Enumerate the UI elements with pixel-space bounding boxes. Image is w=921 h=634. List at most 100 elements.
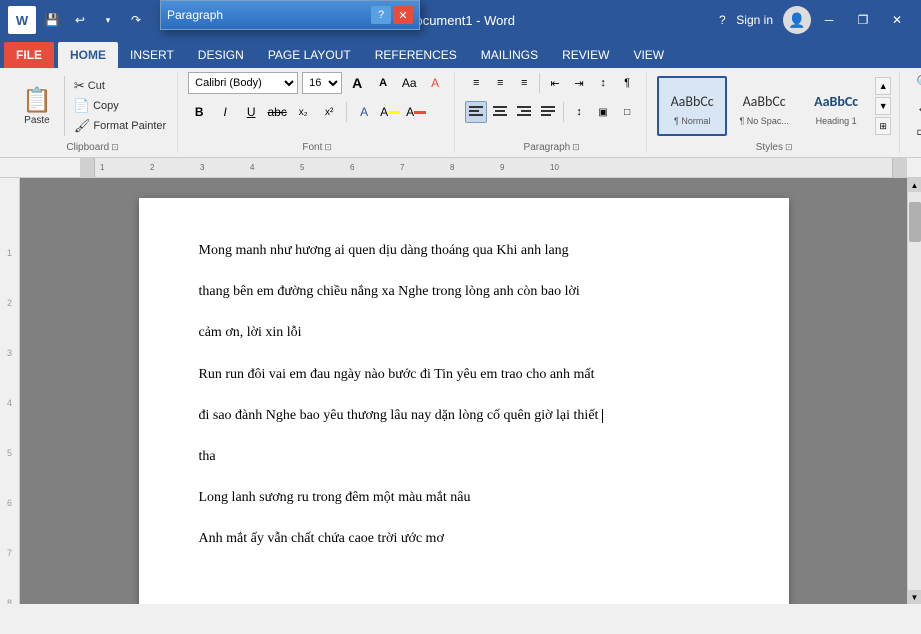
paragraph-5: đi sao đành Nghe bao yêu thương lâu nay … (199, 403, 729, 428)
scroll-down-button[interactable]: ▼ (908, 590, 921, 604)
signin-label[interactable]: Sign in (736, 13, 773, 27)
align-center-button[interactable] (489, 101, 511, 123)
paragraph-4: Run run đôi vai em đau ngày nào bước đi … (199, 362, 729, 387)
clipboard-expand-icon[interactable]: ⊡ (111, 142, 119, 153)
tab-design[interactable]: DESIGN (186, 42, 256, 68)
format-painter-button[interactable]: 🖌 Format Painter (71, 117, 169, 135)
tab-page-layout[interactable]: PAGE LAYOUT (256, 42, 363, 68)
ruler-mark-1: 1 (100, 163, 104, 172)
styles-expand[interactable]: ⊞ (875, 117, 891, 135)
ruler-mark-2: 2 (150, 163, 154, 172)
tab-view[interactable]: VIEW (621, 42, 676, 68)
font-group-label: Font ⊡ (188, 140, 446, 153)
undo-button[interactable]: ↩ (68, 8, 92, 32)
font-expand-icon[interactable]: ⊡ (324, 142, 332, 153)
style-normal[interactable]: AaBbCc ¶ Normal (657, 76, 727, 136)
save-quick-button[interactable]: 💾 (40, 8, 64, 32)
copy-button[interactable]: 📄 Copy (71, 97, 169, 115)
decrease-indent-button[interactable]: ⇤ (544, 72, 566, 94)
ruler-mark-6: 6 (350, 163, 354, 172)
copy-icon: 📄 (74, 98, 90, 114)
tab-review[interactable]: REVIEW (550, 42, 621, 68)
dialog-title: Paragraph (167, 8, 223, 22)
tab-file[interactable]: FILE (4, 42, 54, 68)
tab-mailings[interactable]: MAILINGS (469, 42, 550, 68)
styles-scroll-down[interactable]: ▼ (875, 97, 891, 115)
undo-arrow-button[interactable]: ▾ (96, 8, 120, 32)
increase-indent-button[interactable]: ⇥ (568, 72, 590, 94)
superscript-button[interactable]: x² (318, 101, 340, 123)
italic-button[interactable]: I (214, 101, 236, 123)
styles-scroll-up[interactable]: ▲ (875, 77, 891, 95)
multilevel-list-button[interactable]: ≡ (513, 72, 535, 94)
borders-button[interactable]: □ (616, 101, 638, 123)
dialog-close-button[interactable]: ✕ (393, 6, 413, 24)
paragraph-dialog[interactable]: Paragraph ? ✕ (160, 0, 420, 30)
tab-home[interactable]: HOME (58, 42, 118, 68)
style-heading1[interactable]: AaBbCc Heading 1 (801, 76, 871, 136)
underline-button[interactable]: U (240, 101, 262, 123)
style-no-spacing[interactable]: AaBbCc ¶ No Spac... (729, 76, 799, 136)
bullets-button[interactable]: ≡ (465, 72, 487, 94)
page-container[interactable]: Mong manh như hương ai quen dịu dàng tho… (20, 178, 907, 604)
restore-button[interactable]: ❐ (847, 6, 879, 34)
subscript-button[interactable]: x₂ (292, 101, 314, 123)
line-num-2: 2 (0, 278, 19, 328)
text-effects-button[interactable]: A (353, 101, 375, 123)
scroll-thumb[interactable] (909, 202, 921, 242)
change-case-button[interactable]: Aa (398, 72, 420, 94)
help-button[interactable]: ? (710, 8, 734, 32)
dialog-help-button[interactable]: ? (371, 6, 391, 24)
find-button[interactable]: 🔍 Find ▾ (910, 72, 921, 93)
ruler-mark-9: 9 (500, 163, 504, 172)
text-cursor (602, 409, 603, 423)
font-grow-button[interactable]: A (346, 72, 368, 94)
paragraph-1: Mong manh như hương ai quen dịu dàng tho… (199, 238, 729, 263)
justify-button[interactable] (537, 101, 559, 123)
scroll-up-button[interactable]: ▲ (908, 178, 921, 192)
font-family-select[interactable]: Calibri (Body) (188, 72, 298, 94)
align-right-button[interactable] (513, 101, 535, 123)
ruler-mark-8: 8 (450, 163, 454, 172)
replace-button[interactable]: ↔ Replace (910, 97, 921, 117)
ribbon: 📋 Paste ✂ Cut 📄 Copy 🖌 Format Pai (0, 68, 921, 158)
line-spacing-button[interactable]: ↕ (568, 101, 590, 123)
font-shrink-button[interactable]: A (372, 72, 394, 94)
word-logo: W (8, 6, 36, 34)
dialog-titlebar: Paragraph ? ✕ (161, 1, 419, 29)
cut-button[interactable]: ✂ Cut (71, 77, 169, 95)
copy-label: Copy (93, 100, 119, 112)
paragraph-expand-icon[interactable]: ⊡ (572, 142, 580, 153)
shading-button[interactable]: ▣ (592, 101, 614, 123)
highlight-underline (388, 111, 400, 114)
vertical-scrollbar[interactable]: ▲ ▼ (907, 178, 921, 604)
styles-expand-icon[interactable]: ⊡ (785, 142, 793, 153)
strikethrough-button[interactable]: abc (266, 101, 288, 123)
style-nospace-preview: AaBbCc (735, 86, 793, 116)
font-color-button[interactable]: A (405, 101, 427, 123)
paste-button[interactable]: 📋 Paste (16, 84, 58, 128)
font-size-select[interactable]: 16 (302, 72, 342, 94)
ruler-right-margin (892, 158, 907, 177)
redo-button[interactable]: ↷ (124, 8, 148, 32)
cut-label: Cut (88, 80, 105, 92)
user-avatar[interactable]: 👤 (783, 6, 811, 34)
paragraph-content: ≡ ≡ ≡ ⇤ ⇥ ↕ ¶ (465, 72, 638, 140)
show-hide-button[interactable]: ¶ (616, 72, 638, 94)
select-button[interactable]: ▭ Select ▾ (910, 121, 921, 142)
tab-references[interactable]: REFERENCES (363, 42, 469, 68)
align-left-button[interactable] (465, 101, 487, 123)
paragraph-row1: ≡ ≡ ≡ ⇤ ⇥ ↕ ¶ (465, 72, 638, 94)
clear-formatting-button[interactable]: A (424, 72, 446, 94)
highlight-color-button[interactable]: A (379, 101, 401, 123)
scroll-track[interactable] (908, 192, 921, 590)
document-page[interactable]: Mong manh như hương ai quen dịu dàng tho… (139, 198, 789, 604)
numbering-button[interactable]: ≡ (489, 72, 511, 94)
paragraph-3: cảm ơn, lời xin lỗi (199, 320, 729, 345)
bold-button[interactable]: B (188, 101, 210, 123)
minimize-button[interactable]: ─ (813, 6, 845, 34)
tab-insert[interactable]: INSERT (118, 42, 186, 68)
close-button[interactable]: ✕ (881, 6, 913, 34)
font-content: Calibri (Body) 16 A A Aa A B I U abc x₂ (188, 72, 446, 140)
sort-button[interactable]: ↕ (592, 72, 614, 94)
